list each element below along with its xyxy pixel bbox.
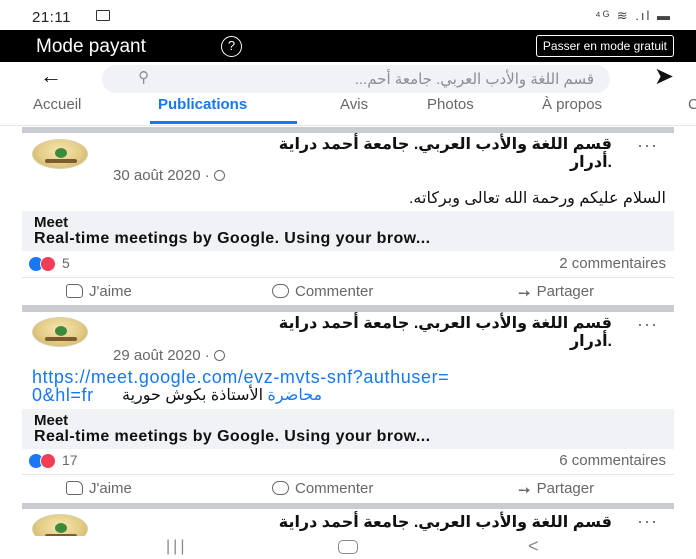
- author-line-2: .أدرار: [569, 333, 612, 350]
- share-label: Partager: [536, 283, 595, 300]
- post-3: ··· قسم اللغة والأدب العربي. جامعة أحمد …: [22, 509, 674, 536]
- meet-link[interactable]: https://meet.google.com/evz-mvts-snf?aut…: [32, 367, 449, 387]
- like-button[interactable]: J'aime: [66, 283, 132, 300]
- preview-description: Real-time meetings by Google. Using your…: [34, 428, 431, 445]
- system-nav-bar: ||| <: [0, 536, 696, 559]
- share-button[interactable]: ➙ Partager: [518, 283, 594, 301]
- comment-button[interactable]: Commenter: [272, 480, 373, 497]
- share-label: Partager: [536, 480, 595, 497]
- search-placeholder: قسم اللغة والأدب العربي. جامعة أحم...: [354, 71, 594, 88]
- love-reaction-icon: [40, 256, 56, 272]
- share-icon: ➙: [518, 285, 531, 302]
- tab-a-propos[interactable]: À propos: [542, 96, 602, 113]
- tab-more[interactable]: C: [688, 96, 696, 113]
- post-2: ··· قسم اللغة والأدب العربي. جامعة أحمد …: [22, 312, 674, 405]
- reaction-count[interactable]: 17: [62, 452, 78, 468]
- link-preview[interactable]: Meet Real-time meetings by Google. Using…: [22, 211, 674, 251]
- link-preview[interactable]: Meet Real-time meetings by Google. Using…: [22, 409, 674, 449]
- like-label: J'aime: [89, 283, 132, 300]
- post-text-rest: الأستاذة بكوش حورية: [122, 387, 264, 404]
- switch-free-mode-button[interactable]: Passer en mode gratuit: [535, 35, 674, 57]
- post-author[interactable]: قسم اللغة والأدب العربي. جامعة أحمد دراي…: [192, 514, 612, 532]
- hashtag-link[interactable]: محاضرة: [268, 387, 323, 404]
- feed-separator: [22, 305, 674, 312]
- globe-icon: [213, 350, 225, 361]
- search-row: ← ⚲ قسم اللغة والأدب العربي. جامعة أحم..…: [0, 62, 696, 96]
- share-icon: ➙: [518, 482, 531, 499]
- help-icon[interactable]: ?: [221, 36, 242, 57]
- author-line-1: قسم اللغة والأدب العربي. جامعة أحمد دراي…: [278, 315, 612, 332]
- tab-accueil[interactable]: Accueil: [33, 96, 81, 113]
- search-icon: ⚲: [138, 69, 149, 86]
- meet-link-continued[interactable]: 0&hl=fr: [32, 385, 94, 405]
- comment-count[interactable]: 2 commentaires: [559, 255, 666, 272]
- comment-label: Commenter: [295, 283, 374, 300]
- comment-icon: [272, 481, 289, 495]
- preview-title: Meet: [34, 214, 69, 231]
- active-tab-indicator: [150, 121, 297, 124]
- page-avatar[interactable]: [32, 514, 88, 536]
- tab-photos[interactable]: Photos: [427, 96, 474, 113]
- post-actions: J'aime Commenter ➙ Partager: [22, 474, 674, 502]
- reaction-count[interactable]: 5: [62, 255, 70, 271]
- post-date[interactable]: 29 août 2020 ·: [113, 347, 225, 364]
- share-button[interactable]: ➙ Partager: [518, 480, 594, 498]
- status-bar: 21:11 ⁴ᴳ ≋ .ıl ▬: [0, 0, 696, 30]
- preview-description: Real-time meetings by Google. Using your…: [34, 230, 431, 247]
- gallery-notification-icon: [96, 10, 110, 21]
- post-actions: J'aime Commenter ➙ Partager: [22, 277, 674, 305]
- post-author[interactable]: قسم اللغة والأدب العربي. جامعة أحمد دراي…: [192, 315, 612, 351]
- post-1: ··· قسم اللغة والأدب العربي. جامعة أحمد …: [22, 133, 674, 211]
- more-options-icon[interactable]: ···: [637, 135, 658, 156]
- tab-avis[interactable]: Avis: [340, 96, 368, 113]
- post-text: محاضرة الأستاذة بكوش حورية: [122, 385, 502, 405]
- comment-button[interactable]: Commenter: [272, 283, 373, 300]
- post-text: السلام عليكم ورحمة الله تعالى وبركاته.: [408, 190, 666, 207]
- recent-apps-icon[interactable]: |||: [166, 538, 187, 556]
- paid-mode-title: Mode payant: [36, 36, 146, 57]
- paid-mode-bar: Mode payant ? Passer en mode gratuit: [0, 30, 696, 62]
- comment-label: Commenter: [295, 480, 374, 497]
- share-arrow-icon[interactable]: ➤: [654, 62, 674, 91]
- love-reaction-icon: [40, 453, 56, 469]
- comment-count[interactable]: 6 commentaires: [559, 452, 666, 469]
- search-input[interactable]: ⚲ قسم اللغة والأدب العربي. جامعة أحم...: [102, 65, 610, 93]
- author-line-2: .أدرار: [569, 154, 612, 171]
- thumbs-up-icon: [66, 284, 83, 298]
- post-author[interactable]: قسم اللغة والأدب العربي. جامعة أحمد دراي…: [192, 136, 612, 172]
- signal-battery-icons: ⁴ᴳ ≋ .ıl ▬: [595, 8, 672, 23]
- like-button[interactable]: J'aime: [66, 480, 132, 497]
- comment-icon: [272, 284, 289, 298]
- globe-icon: [213, 170, 225, 181]
- tab-publications[interactable]: Publications: [158, 96, 247, 113]
- status-time: 21:11: [32, 9, 71, 26]
- like-label: J'aime: [89, 480, 132, 497]
- preview-title: Meet: [34, 412, 69, 429]
- reactions-row: 17 6 commentaires: [22, 450, 674, 472]
- more-options-icon[interactable]: ···: [637, 314, 658, 335]
- reactions-row: 5 2 commentaires: [22, 253, 674, 275]
- thumbs-up-icon: [66, 481, 83, 495]
- post-date[interactable]: 30 août 2020 ·: [113, 167, 225, 184]
- post-date-text: 29 août 2020 ·: [113, 347, 210, 364]
- more-options-icon[interactable]: ···: [637, 511, 658, 532]
- back-icon[interactable]: <: [528, 536, 539, 557]
- home-icon[interactable]: [338, 540, 358, 554]
- author-line-1: قسم اللغة والأدب العربي. جامعة أحمد دراي…: [278, 136, 612, 153]
- back-arrow-icon[interactable]: ←: [40, 63, 62, 89]
- post-date-text: 30 août 2020 ·: [113, 167, 210, 184]
- page-avatar[interactable]: [32, 317, 88, 347]
- page-tabs: Accueil Publications Avis Photos À propo…: [0, 96, 696, 126]
- page-avatar[interactable]: [32, 139, 88, 169]
